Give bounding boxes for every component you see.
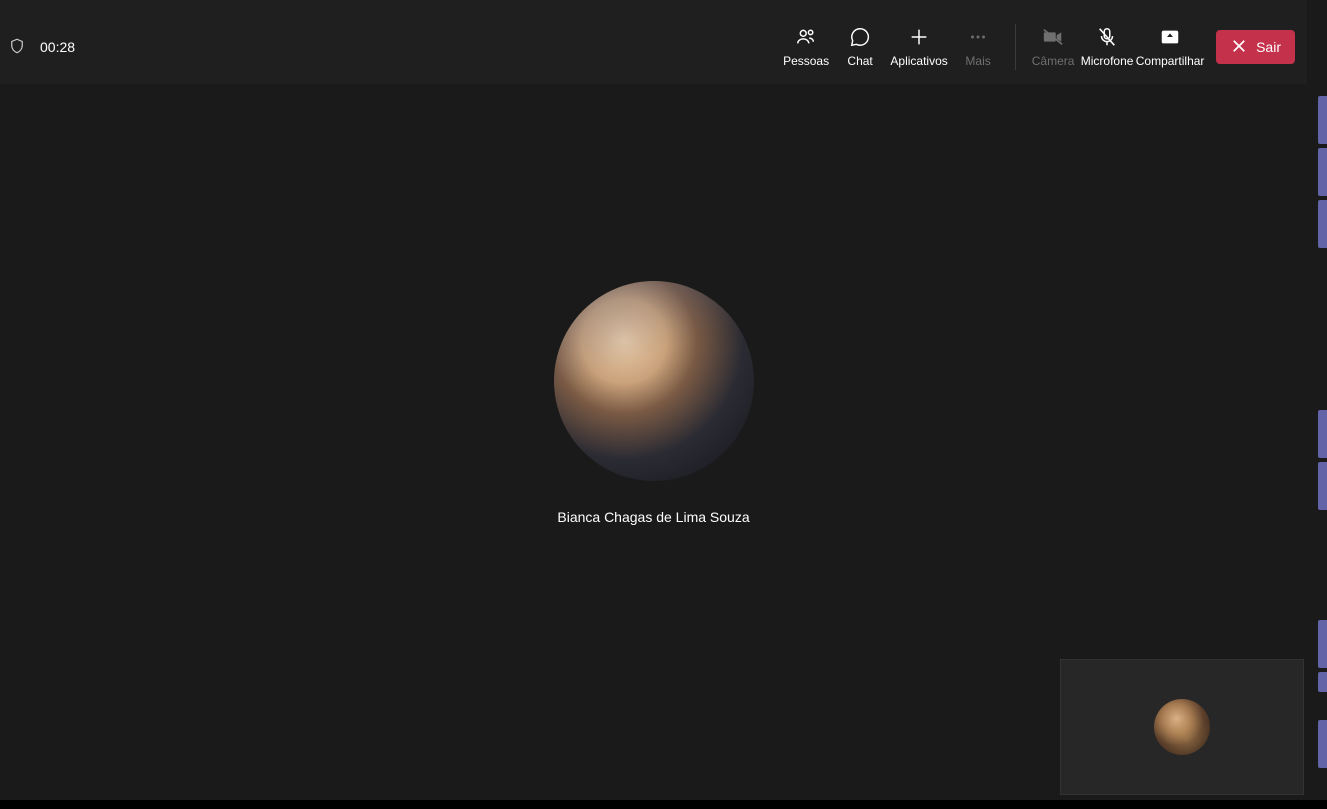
camera-button[interactable]: Câmera — [1026, 10, 1080, 84]
close-icon — [1230, 37, 1248, 58]
shield-icon — [8, 37, 26, 57]
right-edge-strip — [1307, 0, 1327, 800]
participant-name: Bianca Chagas de Lima Souza — [557, 509, 749, 525]
apps-button[interactable]: Aplicativos — [887, 10, 951, 84]
side-accent — [1318, 620, 1327, 668]
toolbar-separator — [1015, 24, 1016, 70]
leave-button[interactable]: Sair — [1216, 30, 1295, 64]
more-icon — [967, 26, 989, 48]
self-avatar — [1154, 699, 1210, 755]
mic-label: Microfone — [1081, 54, 1134, 68]
call-timer: 00:28 — [40, 39, 75, 55]
people-button[interactable]: Pessoas — [779, 10, 833, 84]
people-icon — [795, 26, 817, 48]
top-toolbar: 00:28 Pessoas Chat Aplicativos — [0, 10, 1307, 84]
side-accent — [1318, 410, 1327, 458]
share-label: Compartilhar — [1136, 54, 1205, 68]
video-stage: Bianca Chagas de Lima Souza — [0, 84, 1307, 800]
side-accent — [1318, 720, 1327, 768]
toolbar-left: 00:28 — [0, 37, 75, 57]
participant-avatar — [554, 281, 754, 481]
mic-button[interactable]: Microfone — [1080, 10, 1134, 84]
participant-tile: Bianca Chagas de Lima Souza — [554, 281, 754, 525]
toolbar-right: Pessoas Chat Aplicativos Mais — [779, 10, 1307, 84]
camera-off-icon — [1042, 26, 1064, 48]
side-accent — [1318, 462, 1327, 510]
plus-icon — [908, 26, 930, 48]
chat-label: Chat — [847, 54, 872, 68]
chat-icon — [849, 26, 871, 48]
mic-muted-icon — [1096, 26, 1118, 48]
call-window: 00:28 Pessoas Chat Aplicativos — [0, 0, 1307, 800]
leave-label: Sair — [1256, 39, 1281, 55]
share-icon — [1159, 26, 1181, 48]
apps-label: Aplicativos — [890, 54, 947, 68]
side-accent — [1318, 672, 1327, 692]
share-button[interactable]: Compartilhar — [1134, 10, 1206, 84]
people-label: Pessoas — [783, 54, 829, 68]
more-label: Mais — [965, 54, 990, 68]
side-accent — [1318, 96, 1327, 144]
self-view[interactable] — [1060, 659, 1304, 795]
side-accent — [1318, 148, 1327, 196]
side-accent — [1318, 200, 1327, 248]
chat-button[interactable]: Chat — [833, 10, 887, 84]
more-button[interactable]: Mais — [951, 10, 1005, 84]
camera-label: Câmera — [1032, 54, 1075, 68]
